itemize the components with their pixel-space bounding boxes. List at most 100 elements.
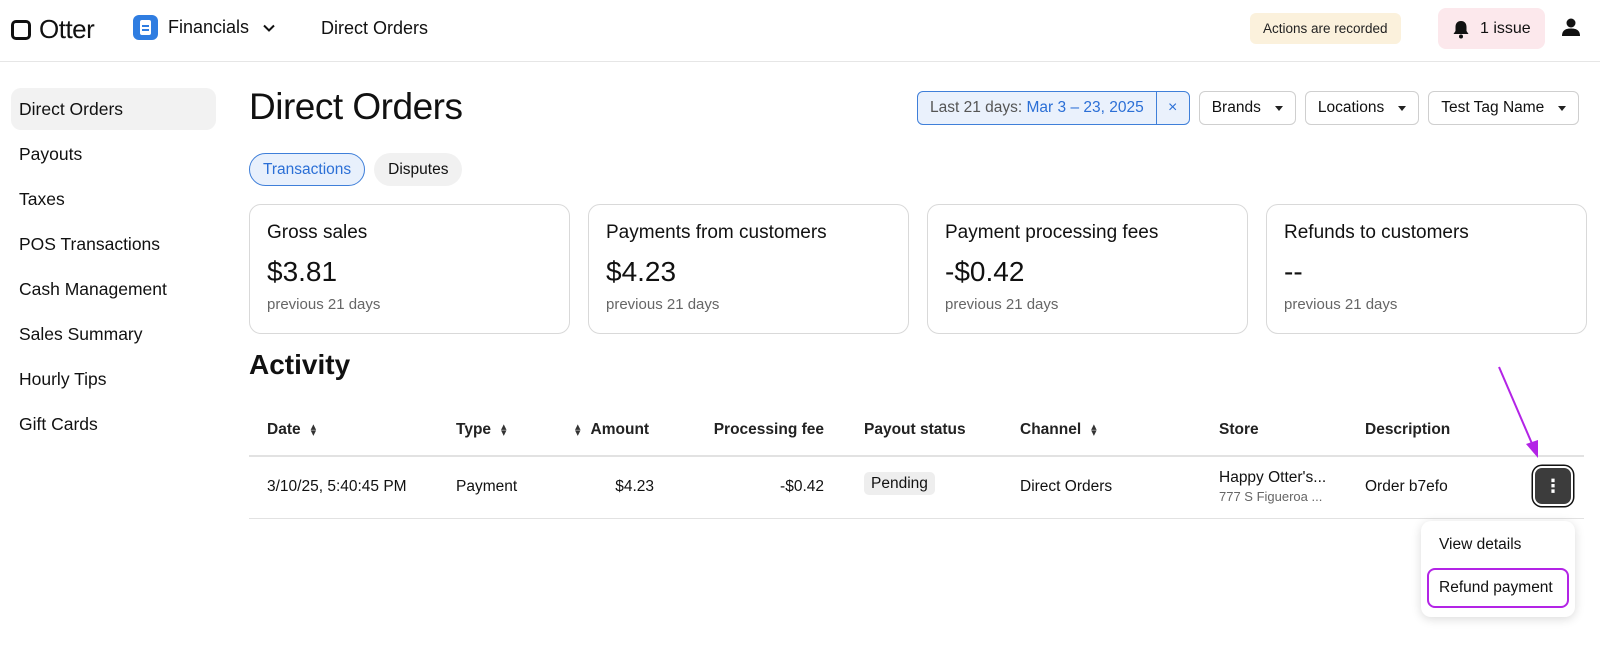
issues-label: 1 issue: [1480, 19, 1531, 37]
column-header-channel[interactable]: Channel ▴ ▾: [1020, 421, 1097, 439]
cell-channel: Direct Orders: [1020, 478, 1113, 495]
filters-bar: Last 21 days: Mar 3 – 23, 2025 × Brands …: [917, 91, 1580, 125]
summary-card-gross-sales: Gross sales $3.81 previous 21 days: [249, 204, 570, 334]
store-address: 777 S Figueroa ...: [1219, 489, 1323, 504]
column-label: Amount: [590, 421, 650, 438]
card-title: Payments from customers: [606, 222, 827, 243]
date-range-prefix: Last 21 days:: [930, 99, 1023, 116]
cell-description: Order b7efo: [1365, 478, 1448, 495]
column-header-processing-fee: Processing fee: [714, 421, 824, 439]
user-icon[interactable]: [1561, 17, 1581, 37]
summary-card-refunds: Refunds to customers -- previous 21 days: [1266, 204, 1587, 334]
column-label: Payout status: [864, 421, 966, 438]
brands-label: Brands: [1211, 99, 1261, 116]
activity-table: Date ▴ ▾ Type ▴ ▾ ▴ ▾ Amount Processing fee…: [249, 403, 1584, 519]
sidebar-item-payouts[interactable]: Payouts: [11, 133, 216, 175]
cell-processing-fee: -$0.42: [780, 478, 824, 495]
sort-icon: ▴ ▾: [501, 421, 507, 439]
menu-item-refund-payment[interactable]: Refund payment: [1427, 568, 1569, 608]
tag-label: Test Tag Name: [1441, 99, 1545, 116]
chevron-down-icon: [263, 24, 275, 32]
app-name: Financials: [168, 17, 250, 37]
card-title: Gross sales: [267, 222, 368, 243]
tab-transactions[interactable]: Transactions: [249, 153, 366, 186]
column-label: Date: [267, 421, 301, 438]
locations-label: Locations: [1317, 99, 1385, 116]
bell-icon: [1452, 20, 1470, 38]
tab-disputes[interactable]: Disputes: [374, 153, 463, 186]
card-subtitle: previous 21 days: [267, 296, 381, 313]
page-title: Direct Orders: [249, 86, 463, 127]
cell-status: Pending: [864, 472, 935, 495]
tabs: Transactions Disputes: [249, 153, 463, 186]
caret-down-icon: [1398, 105, 1407, 111]
menu-item-view-details[interactable]: View details: [1427, 525, 1569, 565]
summary-card-payments: Payments from customers $4.23 previous 2…: [588, 204, 909, 334]
locations-dropdown[interactable]: Locations: [1304, 91, 1420, 125]
otter-logo-icon: [11, 19, 31, 40]
logo-text: Otter: [39, 14, 95, 44]
date-range-text: Last 21 days: Mar 3 – 23, 2025: [918, 99, 1156, 117]
annotation-arrow-icon: [1498, 366, 1538, 458]
sidebar: Direct Orders Payouts Taxes POS Transact…: [11, 88, 216, 448]
more-vertical-icon: ⋮: [1544, 475, 1562, 496]
card-value: -$0.42: [945, 256, 1025, 287]
column-label: Channel: [1020, 421, 1082, 438]
card-title: Refunds to customers: [1284, 222, 1469, 243]
brands-dropdown[interactable]: Brands: [1198, 91, 1296, 125]
financials-app-icon: [133, 15, 158, 40]
column-label: Description: [1365, 421, 1451, 438]
top-bar: Otter Financials Direct Orders Actions a…: [0, 0, 1600, 62]
actions-recorded-badge: Actions are recorded: [1250, 13, 1401, 44]
row-actions-button[interactable]: ⋮: [1535, 468, 1571, 504]
card-subtitle: previous 21 days: [1284, 296, 1398, 313]
column-label: Processing fee: [713, 421, 824, 438]
status-badge: Pending: [864, 472, 935, 495]
card-value: $3.81: [267, 256, 338, 287]
sort-icon: ▴ ▾: [575, 421, 581, 439]
column-header-date[interactable]: Date ▴ ▾: [267, 421, 316, 439]
caret-down-icon: [1274, 105, 1283, 111]
sidebar-item-sales-summary[interactable]: Sales Summary: [11, 313, 216, 355]
date-range-value: Mar 3 – 23, 2025: [1026, 99, 1144, 116]
column-header-store: Store: [1219, 421, 1259, 439]
sidebar-item-direct-orders[interactable]: Direct Orders: [11, 88, 216, 130]
card-title: Payment processing fees: [945, 222, 1159, 243]
card-subtitle: previous 21 days: [945, 296, 1059, 313]
cell-store: Happy Otter's... 777 S Figueroa ...: [1219, 469, 1326, 504]
card-value: --: [1284, 256, 1303, 287]
column-header-amount[interactable]: ▴ ▾ Amount: [575, 421, 649, 439]
sort-icon: ▴ ▾: [310, 421, 317, 439]
store-name: Happy Otter's...: [1219, 469, 1327, 486]
sidebar-item-taxes[interactable]: Taxes: [11, 178, 216, 220]
column-header-payout-status: Payout status: [864, 421, 966, 439]
table-header: Date ▴ ▾ Type ▴ ▾ ▴ ▾ Amount Processing fee…: [249, 403, 1584, 457]
header-page-title: Direct Orders: [321, 18, 429, 38]
issues-button[interactable]: 1 issue: [1438, 8, 1545, 49]
clear-date-icon[interactable]: ×: [1155, 92, 1189, 124]
column-header-description: Description: [1365, 421, 1450, 439]
date-range-filter[interactable]: Last 21 days: Mar 3 – 23, 2025 ×: [917, 91, 1190, 125]
summary-card-processing-fees: Payment processing fees -$0.42 previous …: [927, 204, 1248, 334]
column-header-type[interactable]: Type ▴ ▾: [456, 421, 507, 439]
activity-title: Activity: [249, 349, 351, 380]
sidebar-item-gift-cards[interactable]: Gift Cards: [11, 403, 216, 445]
app-switcher[interactable]: Financials: [133, 15, 275, 40]
sidebar-item-pos-transactions[interactable]: POS Transactions: [11, 223, 216, 265]
otter-logo[interactable]: Otter: [11, 14, 95, 45]
sidebar-item-cash-management[interactable]: Cash Management: [11, 268, 216, 310]
cell-type: Payment: [456, 478, 518, 495]
card-value: $4.23: [606, 256, 677, 287]
card-subtitle: previous 21 days: [606, 296, 720, 313]
table-row[interactable]: 3/10/25, 5:40:45 PM Payment $4.23 -$0.42…: [249, 457, 1584, 519]
sort-icon: ▴ ▾: [1091, 421, 1097, 439]
column-label: Type: [456, 421, 492, 438]
column-label: Store: [1219, 421, 1259, 438]
caret-down-icon: [1558, 105, 1567, 111]
sidebar-item-hourly-tips[interactable]: Hourly Tips: [11, 358, 216, 400]
cell-date: 3/10/25, 5:40:45 PM: [267, 478, 407, 495]
cell-amount: $4.23: [615, 478, 654, 495]
row-actions-menu: View details Refund payment: [1421, 521, 1575, 617]
summary-cards: Gross sales $3.81 previous 21 days Payme…: [249, 204, 1587, 334]
tag-dropdown[interactable]: Test Tag Name: [1428, 91, 1580, 125]
